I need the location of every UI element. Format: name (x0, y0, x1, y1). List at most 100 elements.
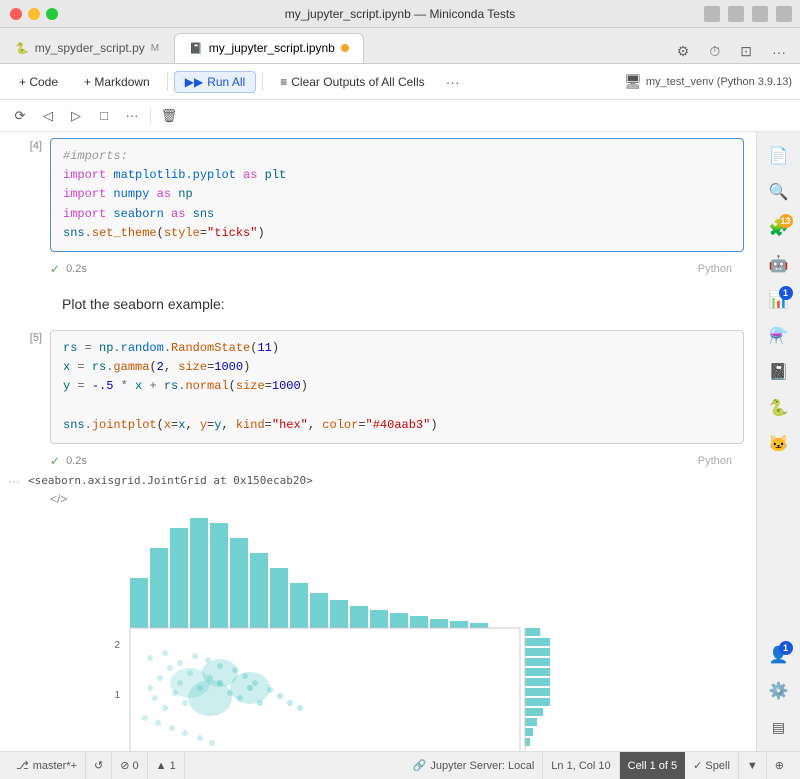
output-dots: ··· (8, 474, 28, 488)
run-all-cells-button[interactable]: □ (92, 104, 116, 128)
add-markdown-button[interactable]: + Markdown (73, 71, 161, 93)
svg-text:1: 1 (114, 690, 120, 701)
output-text: <seaborn.axisgrid.JointGrid at 0x150ecab… (28, 474, 313, 487)
refresh-item[interactable]: ↺ (86, 752, 112, 779)
zoom-icon: ⊕ (775, 759, 784, 772)
sidebar-gear-icon[interactable]: ⚙️ (763, 675, 795, 707)
sidebar-search-icon[interactable]: 🔍 (763, 176, 795, 208)
extensions-badge: 13 (779, 214, 793, 228)
sidebar-table-icon[interactable]: 📊 1 (763, 284, 795, 316)
history-icon[interactable]: ⏱ (703, 40, 726, 63)
cell-5-code: rs = np.random.RandomState(11) x = rs.ga… (51, 331, 743, 443)
cell-4-gutter: [4] (0, 132, 50, 258)
run-current-button[interactable]: ▷ (64, 104, 88, 128)
cell-toolbar: ⟳ ◁ ▷ □ ··· 🗑 (0, 100, 800, 132)
toolbar-more-button[interactable]: ··· (440, 71, 466, 93)
server-item[interactable]: 🔗 Jupyter Server: Local (405, 752, 544, 779)
output-tag: </> (50, 492, 67, 506)
sidebar-extensions-icon[interactable]: 🧩 13 (763, 212, 795, 244)
tab-spyder-label: my_spyder_script.py (35, 41, 145, 55)
output-tag-row: </> (0, 490, 756, 508)
tab-jupyter-label: my_jupyter_script.ipynb (209, 41, 335, 55)
traffic-lights (10, 8, 58, 20)
warnings-item[interactable]: ▲ 1 (148, 752, 185, 779)
layout-icon-2[interactable] (728, 6, 744, 22)
titlebar: my_jupyter_script.ipynb — Miniconda Test… (0, 0, 800, 28)
sidebar-panel-icon[interactable]: ▤ (763, 711, 795, 743)
refresh-icon: ↺ (94, 759, 103, 772)
environment-label[interactable]: 🖥 my_test_venv (Python 3.9.13) (624, 73, 792, 90)
cell-4-code: #imports: import matplotlib.pyplot as pl… (51, 139, 743, 251)
branch-item[interactable]: ⎇ master*+ (8, 752, 86, 779)
cell-5-output: ✓ 0.2s Python (0, 450, 756, 472)
cell-4-number: [4] (30, 140, 42, 152)
cell-toolbar-sep (150, 108, 151, 124)
cursor-item: Ln 1, Col 10 (543, 752, 619, 779)
add-code-button[interactable]: + Code (8, 71, 69, 93)
clear-icon: ≡ (280, 75, 287, 89)
errors-label: ⊘ 0 (120, 759, 138, 772)
run-all-label: Run All (207, 75, 245, 89)
run-before-button[interactable]: ◁ (36, 104, 60, 128)
person-badge: 1 (779, 641, 793, 655)
tab-spyder[interactable]: 🐍 my_spyder_script.py M (0, 33, 174, 63)
sidebar-python-icon[interactable]: 🐍 (763, 392, 795, 424)
zoom-item[interactable]: ⊕ (767, 752, 792, 779)
clear-outputs-button[interactable]: ≡ Clear Outputs of All Cells (269, 71, 435, 93)
cell-5-gutter: [5] (0, 324, 50, 450)
toolbar-separator-2 (262, 73, 263, 91)
minimize-button[interactable] (28, 8, 40, 20)
panel-icon: ▤ (772, 719, 785, 736)
env-name: my_test_venv (Python 3.9.13) (646, 76, 792, 88)
titlebar-icons (704, 6, 792, 22)
cell-4-content[interactable]: #imports: import matplotlib.pyplot as pl… (50, 138, 744, 252)
robot-icon: 🤖 (769, 254, 789, 274)
right-histogram (525, 628, 550, 751)
layout-icon-4[interactable] (776, 6, 792, 22)
markdown-text: Plot the seaborn example: (62, 296, 225, 312)
svg-text:2: 2 (114, 640, 120, 651)
tab-jupyter[interactable]: 📓 my_jupyter_script.ipynb (174, 33, 364, 63)
top-histogram (130, 518, 500, 628)
maximize-button[interactable] (46, 8, 58, 20)
split-icon[interactable]: ⊡ (734, 40, 758, 63)
cell-5-content[interactable]: rs = np.random.RandomState(11) x = rs.ga… (50, 330, 744, 444)
files-icon: 📄 (769, 146, 789, 166)
delete-cell-button[interactable]: 🗑 (157, 104, 181, 128)
sidebar-notebook-icon[interactable]: 📓 (763, 356, 795, 388)
cursor-label: Ln 1, Col 10 (551, 760, 610, 772)
errors-item[interactable]: ⊘ 0 (112, 752, 147, 779)
tab-spyder-suffix: M (151, 43, 159, 54)
main-toolbar: + Code + Markdown ▶▶ Run All ≡ Clear Out… (0, 64, 800, 100)
plot-output: 2 1 (50, 508, 744, 751)
gear-icon: ⚙️ (769, 681, 789, 701)
close-button[interactable] (10, 8, 22, 20)
layout-icon-1[interactable] (704, 6, 720, 22)
notebook-area: [4] #imports: import matplotlib.pyplot a… (0, 132, 756, 751)
tab-bar: 🐍 my_spyder_script.py M 📓 my_jupyter_scr… (0, 28, 800, 64)
mode-item[interactable]: ▼ (739, 752, 767, 779)
git-branch-icon: ⎇ (16, 759, 29, 772)
sidebar-github-icon[interactable]: 🐱 (763, 428, 795, 460)
run-all-button[interactable]: ▶▶ Run All (174, 71, 257, 93)
mode-icon: ▼ (747, 760, 758, 772)
server-label: Jupyter Server: Local (430, 760, 534, 772)
cell-5-main: [5] rs = np.random.RandomState(11) x = r… (0, 324, 756, 450)
more-cell-button[interactable]: ··· (120, 104, 144, 128)
layout-icon-3[interactable] (752, 6, 768, 22)
sidebar-flask-icon[interactable]: ⚗️ (763, 320, 795, 352)
cell-4-output: ✓ 0.2s Python (0, 258, 756, 280)
cell-5-check: ✓ (50, 454, 60, 468)
spell-item[interactable]: ✓ Spell (685, 752, 739, 779)
cell-4-lang: Python (698, 263, 732, 275)
sidebar-person-icon[interactable]: 👤 1 (763, 639, 795, 671)
sidebar-robot-icon[interactable]: 🤖 (763, 248, 795, 280)
table-badge: 1 (779, 286, 793, 300)
markdown-cell: Plot the seaborn example: (0, 280, 756, 324)
settings-icon[interactable]: ⚙ (671, 40, 696, 63)
cell-4-time: 0.2s (66, 263, 87, 275)
sidebar-files-icon[interactable]: 📄 (763, 140, 795, 172)
more-icon[interactable]: ··· (766, 41, 792, 63)
window-title: my_jupyter_script.ipynb — Miniconda Test… (285, 7, 516, 21)
restart-button[interactable]: ⟳ (8, 104, 32, 128)
